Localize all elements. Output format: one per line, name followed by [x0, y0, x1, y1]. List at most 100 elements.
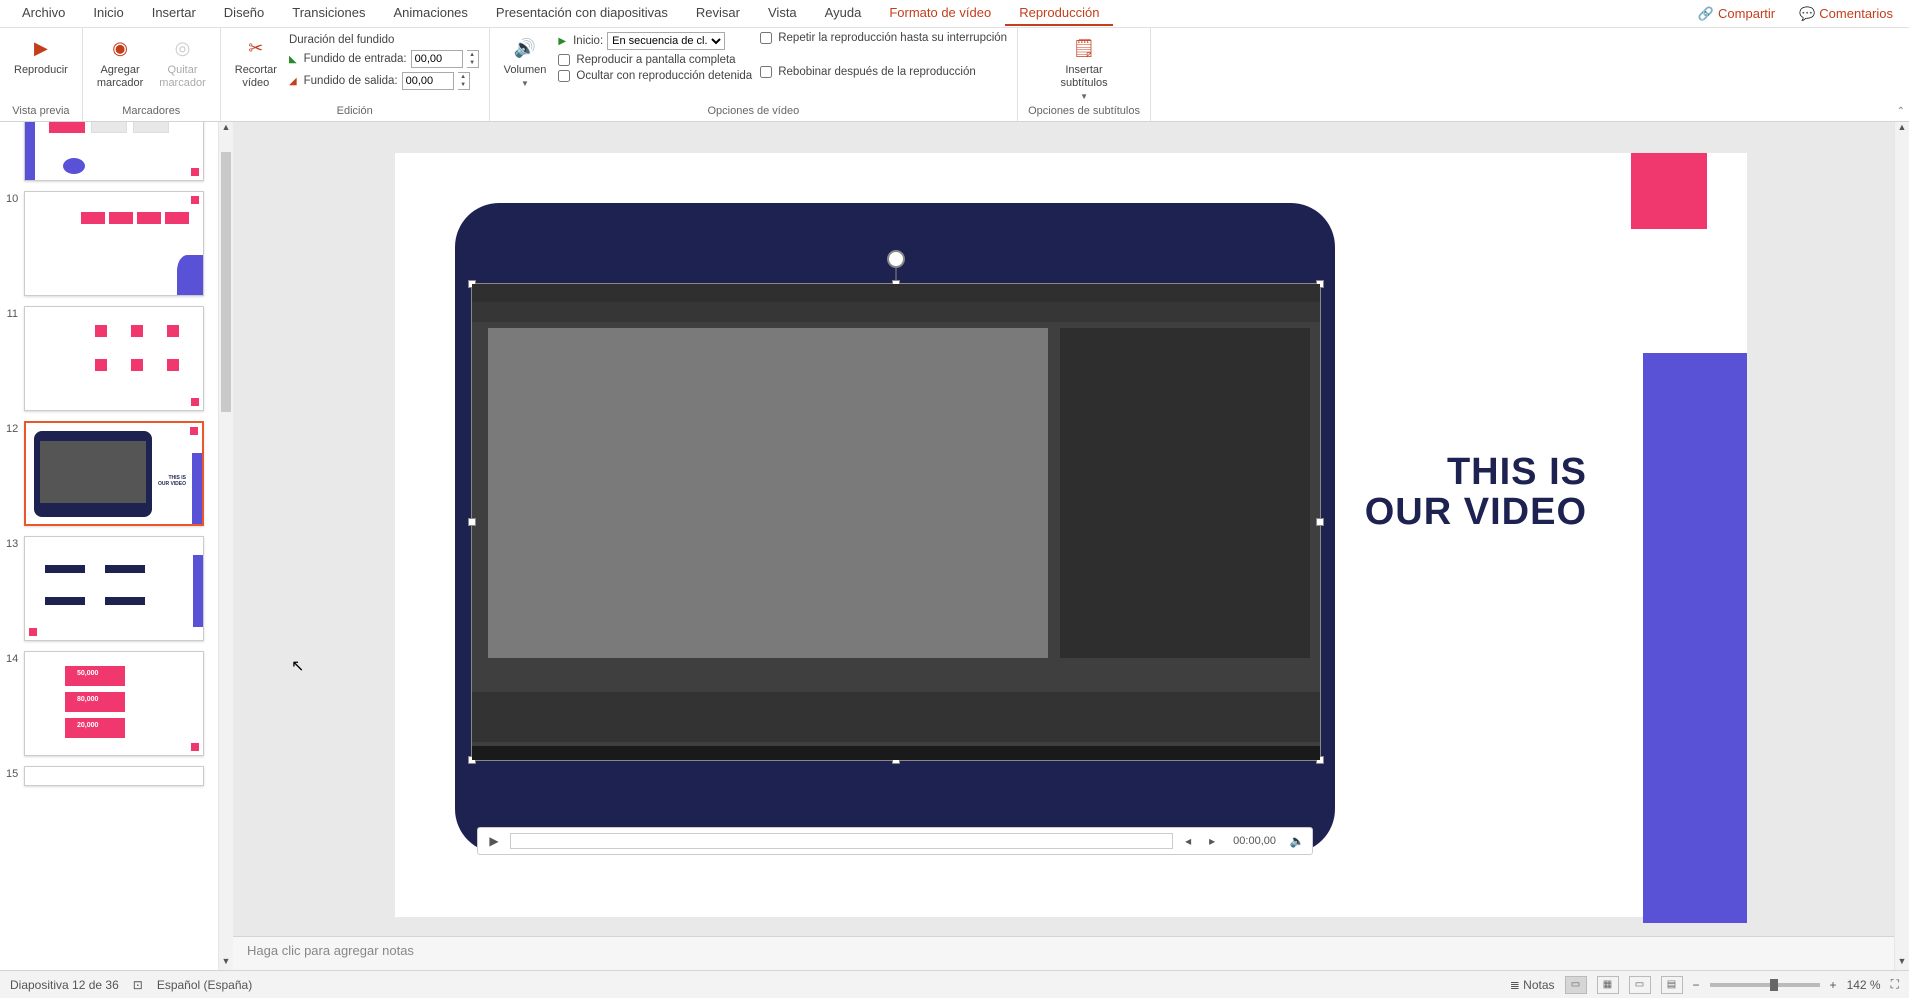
remove-bookmark-button[interactable]: ◎ Quitar marcador: [155, 32, 209, 92]
menu-file[interactable]: Archivo: [8, 1, 79, 26]
playbar-track[interactable]: [510, 833, 1173, 849]
add-bookmark-button[interactable]: ◉ Agregar marcador: [93, 32, 147, 92]
menu-playback[interactable]: Reproducción: [1005, 1, 1113, 26]
work-area: 10 11: [0, 122, 1909, 970]
menu-insert[interactable]: Insertar: [138, 1, 210, 26]
ribbon-collapse-icon[interactable]: ⌃: [1897, 106, 1905, 117]
fade-out-spinner[interactable]: ▲▼: [458, 72, 470, 90]
play-button[interactable]: ▶ Reproducir: [10, 32, 72, 79]
canvas-scrollbar[interactable]: ▲ ▼: [1894, 122, 1909, 970]
video-playbar: ▶ ◂ ▸ 00:00,00 🔈: [477, 827, 1313, 855]
slide-thumb[interactable]: [6, 122, 212, 181]
volume-icon: 🔊: [511, 34, 539, 62]
notes-pane[interactable]: Haga clic para agregar notas: [233, 936, 1909, 970]
start-label: Inicio:: [573, 35, 603, 47]
fullscreen-label: Reproducir a pantalla completa: [576, 54, 735, 66]
status-bar: Diapositiva 12 de 36 ⊡ Español (España) …: [0, 970, 1909, 998]
menu-help[interactable]: Ayuda: [811, 1, 876, 26]
insert-captions-button[interactable]: 🗒 Insertar subtítulos ▼: [1056, 32, 1111, 103]
rotate-handle[interactable]: [887, 250, 905, 268]
chevron-down-icon: ▼: [521, 79, 529, 88]
loop-label: Repetir la reproducción hasta su interru…: [778, 32, 1007, 44]
menu-view[interactable]: Vista: [754, 1, 811, 26]
mouse-cursor-icon: ↖: [291, 656, 304, 676]
fit-to-window-button[interactable]: ⛶: [1891, 977, 1899, 992]
scroll-up-icon[interactable]: ▲: [1895, 122, 1909, 136]
playbar-volume-button[interactable]: 🔈: [1288, 834, 1306, 848]
decoration-blue-rect: [1643, 353, 1747, 923]
fullscreen-checkbox[interactable]: [558, 54, 570, 66]
scroll-up-icon[interactable]: ▲: [219, 122, 233, 136]
menu-animations[interactable]: Animaciones: [379, 1, 481, 26]
playbar-play-button[interactable]: ▶: [484, 834, 504, 848]
fade-out-label: Fundido de salida:: [304, 75, 398, 87]
video-object[interactable]: [471, 283, 1321, 761]
loop-checkbox[interactable]: [760, 32, 772, 44]
scroll-down-icon[interactable]: ▼: [1895, 956, 1909, 970]
ribbon-group-editing: ✂ Recortar vídeo Duración del fundido ◣ …: [221, 28, 490, 121]
playbar-step-back-button[interactable]: ◂: [1179, 834, 1197, 848]
bookmark-add-icon: ◉: [106, 34, 134, 62]
slide-thumb[interactable]: 13: [6, 536, 212, 641]
status-language[interactable]: Español (España): [157, 978, 252, 992]
zoom-out-button[interactable]: −: [1693, 978, 1700, 992]
slide-thumb[interactable]: 10: [6, 191, 212, 296]
decoration-pink-square: [1631, 153, 1707, 229]
zoom-in-button[interactable]: +: [1830, 978, 1837, 992]
rewind-label: Rebobinar después de la reproducción: [778, 66, 976, 78]
slide-thumb[interactable]: 11: [6, 306, 212, 411]
fade-out-icon: ◢: [289, 76, 297, 87]
captions-icon: 🗒: [1070, 34, 1098, 62]
view-sorter-button[interactable]: ▦: [1597, 976, 1619, 994]
ribbon-group-preview: ▶ Reproducir Vista previa: [0, 28, 83, 121]
menu-review[interactable]: Revisar: [682, 1, 754, 26]
fade-in-label: Fundido de entrada:: [304, 53, 407, 65]
trim-icon: ✂: [242, 34, 270, 62]
slide-thumb[interactable]: 14 50,000 80,000 20,000: [6, 651, 212, 756]
slide-canvas-area: ▶ ◂ ▸ 00:00,00 🔈 THIS ISOUR VIDEO ↖ Haga…: [233, 122, 1909, 970]
menu-video-format[interactable]: Formato de vídeo: [875, 1, 1005, 26]
resize-handle[interactable]: [468, 518, 476, 526]
share-button[interactable]: 🔗Compartir: [1690, 2, 1783, 26]
fade-in-icon: ◣: [289, 54, 297, 65]
view-slideshow-button[interactable]: ▤: [1661, 976, 1683, 994]
volume-button[interactable]: 🔊 Volumen ▼: [500, 32, 551, 90]
resize-handle[interactable]: [1316, 518, 1324, 526]
zoom-slider[interactable]: [1710, 983, 1820, 987]
playbar-step-fwd-button[interactable]: ▸: [1203, 834, 1221, 848]
slide-title[interactable]: THIS ISOUR VIDEO: [1365, 453, 1587, 533]
start-select[interactable]: En secuencia de cl...: [607, 32, 725, 50]
menu-slideshow[interactable]: Presentación con diapositivas: [482, 1, 682, 26]
hide-label: Ocultar con reproducción detenida: [576, 70, 752, 82]
zoom-level[interactable]: 142 %: [1847, 978, 1881, 992]
accessibility-icon[interactable]: ⊡: [133, 978, 143, 992]
chevron-down-icon: ▼: [1080, 92, 1088, 101]
view-normal-button[interactable]: ▭: [1565, 976, 1587, 994]
menu-design[interactable]: Diseño: [210, 1, 278, 26]
start-icon: ▶: [558, 36, 566, 47]
menu-home[interactable]: Inicio: [79, 1, 137, 26]
fade-in-input[interactable]: [411, 50, 463, 68]
notes-toggle[interactable]: ≣ Notas: [1510, 978, 1555, 992]
hide-checkbox[interactable]: [558, 70, 570, 82]
slide-thumb-selected[interactable]: 12 ✶ THIS ISOUR VIDEO: [6, 421, 212, 526]
ribbon-group-bookmarks: ◉ Agregar marcador ◎ Quitar marcador Mar…: [83, 28, 221, 121]
fade-out-input[interactable]: [402, 72, 454, 90]
ribbon-group-video-options: 🔊 Volumen ▼ ▶ Inicio: En secuencia de cl…: [490, 28, 1018, 121]
playbar-time: 00:00,00: [1227, 835, 1282, 847]
scrollbar-thumb[interactable]: [221, 152, 231, 412]
scroll-down-icon[interactable]: ▼: [219, 956, 233, 970]
slide-thumb[interactable]: 15: [6, 766, 212, 786]
view-reading-button[interactable]: ▭: [1629, 976, 1651, 994]
ribbon: ▶ Reproducir Vista previa ◉ Agregar marc…: [0, 28, 1909, 122]
fade-title: Duración del fundido: [289, 34, 479, 46]
trim-video-button[interactable]: ✂ Recortar vídeo: [231, 32, 281, 92]
comments-button[interactable]: 💬Comentarios: [1791, 2, 1901, 26]
fade-in-spinner[interactable]: ▲▼: [467, 50, 479, 68]
status-slide-number: Diapositiva 12 de 36: [10, 978, 119, 992]
menu-transitions[interactable]: Transiciones: [278, 1, 379, 26]
thumbnail-panel: 10 11: [0, 122, 233, 970]
thumbnails-scrollbar[interactable]: ▲ ▼: [218, 122, 233, 970]
slide[interactable]: ▶ ◂ ▸ 00:00,00 🔈 THIS ISOUR VIDEO: [395, 153, 1747, 917]
rewind-checkbox[interactable]: [760, 66, 772, 78]
